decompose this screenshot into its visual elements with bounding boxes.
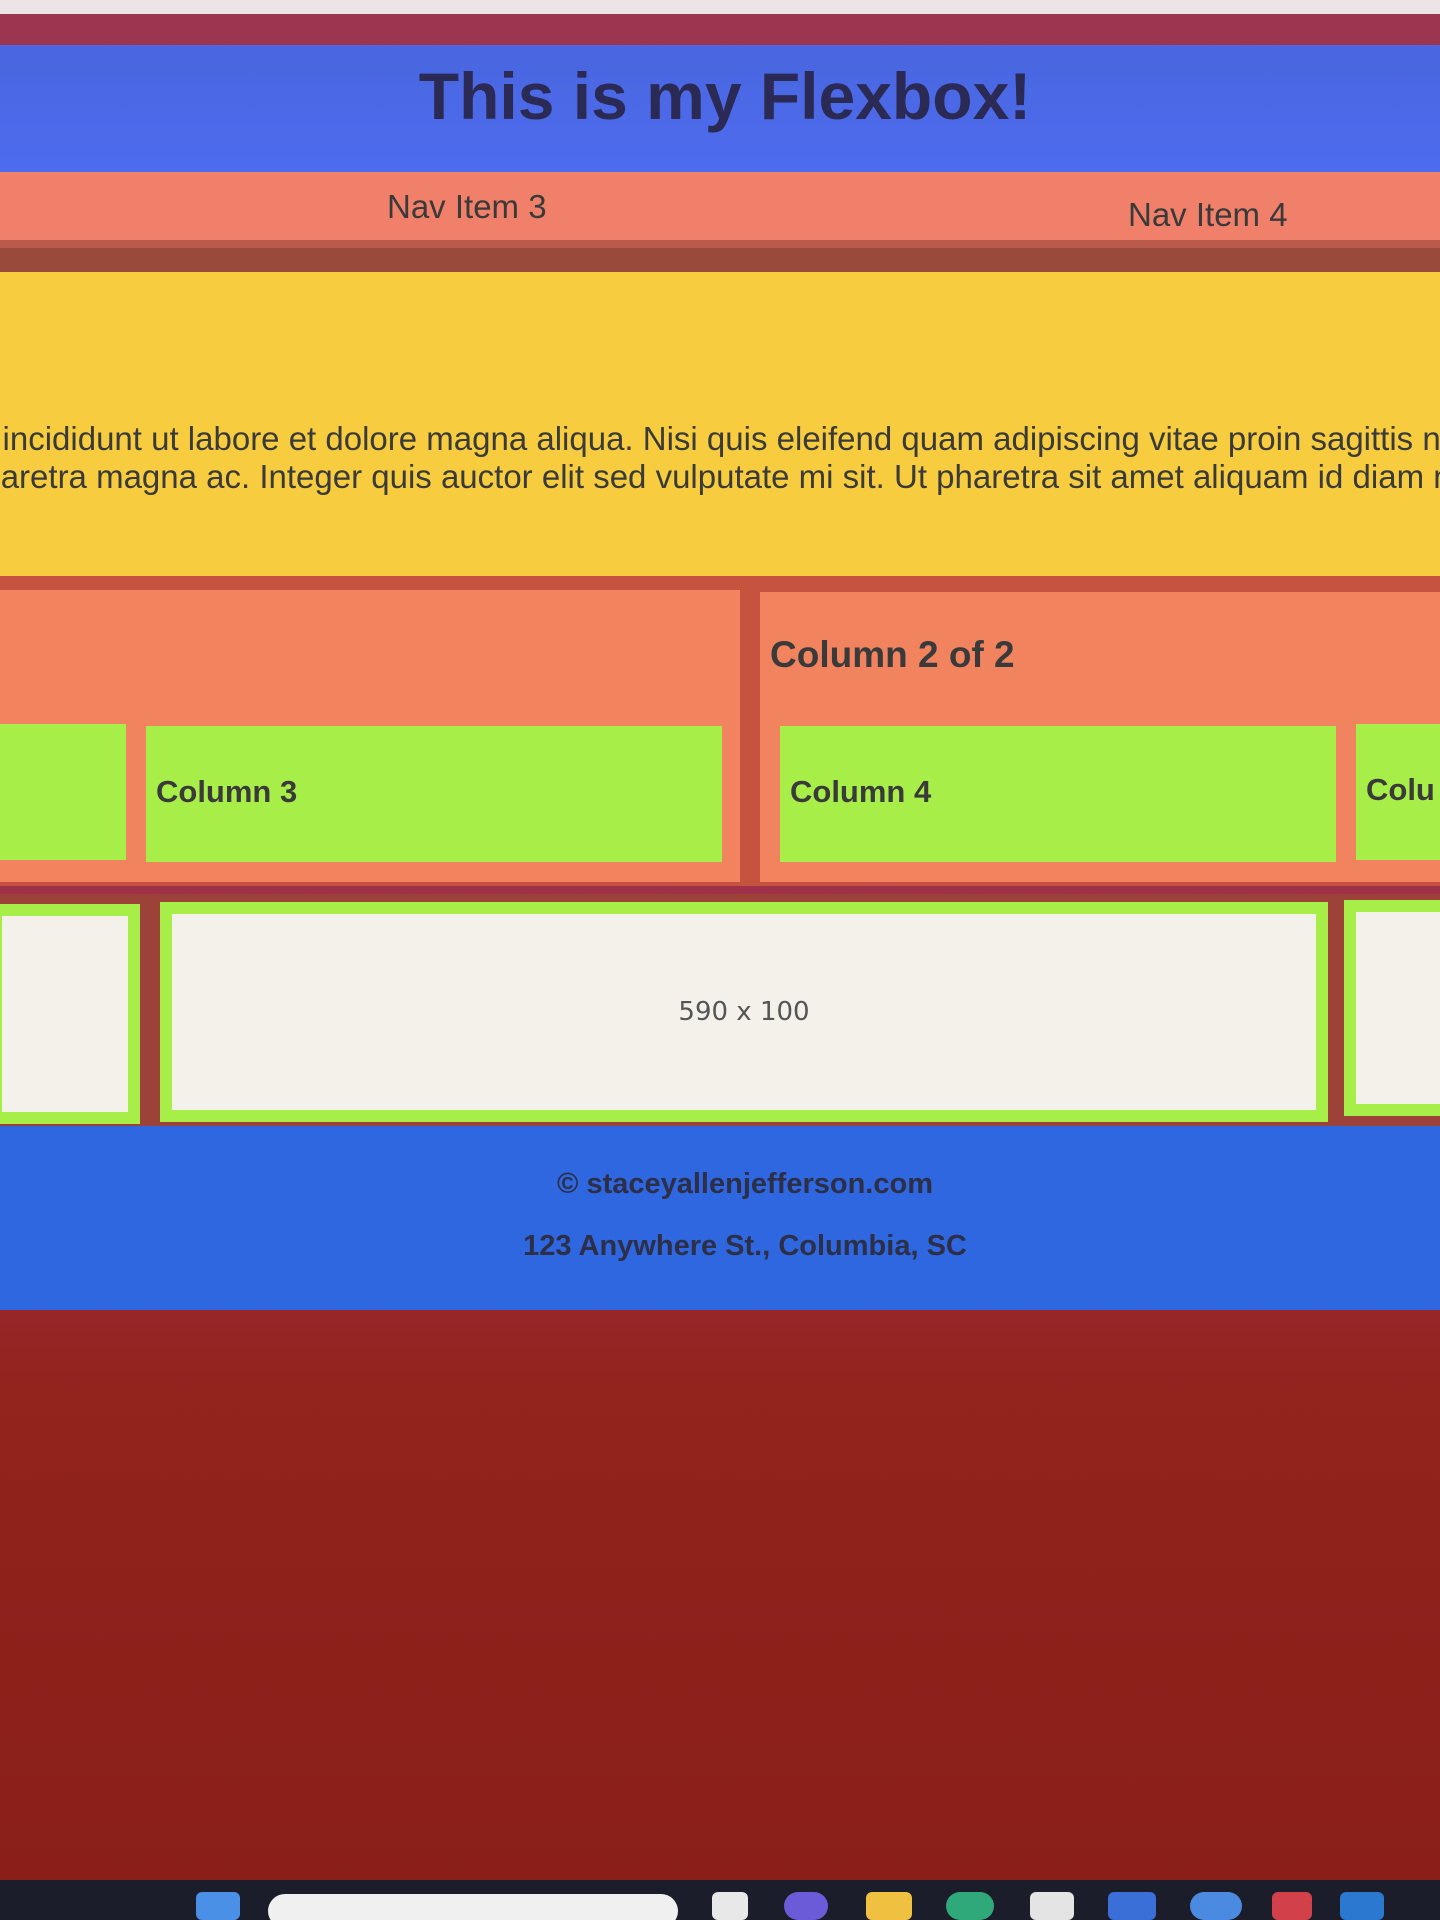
column-5-box: Colu xyxy=(1356,724,1440,860)
footer-copyright: © staceyallenjefferson.com xyxy=(557,1168,933,1200)
nav-item-3[interactable]: Nav Item 3 xyxy=(387,188,547,226)
column-2-title: Column 2 of 2 xyxy=(770,634,1015,675)
column-4-box: Column 4 xyxy=(780,726,1336,862)
nav-item-4[interactable]: Nav Item 4 xyxy=(1128,196,1288,234)
column-3-label: Column 3 xyxy=(156,774,298,809)
chat-icon[interactable] xyxy=(784,1892,828,1920)
windows-start-icon[interactable] xyxy=(196,1892,240,1920)
hero-text-line-1: or incididunt ut labore et dolore magna … xyxy=(0,420,1440,457)
file-explorer-icon[interactable] xyxy=(866,1892,912,1920)
hero-text-line-2: pharetra magna ac. Integer quis auctor e… xyxy=(0,458,1440,495)
help-icon[interactable] xyxy=(1190,1892,1242,1920)
image-placeholder-main: 590 x 100 xyxy=(160,902,1328,1122)
column-3-box: Column 3 xyxy=(146,726,722,862)
hero-text: or incididunt ut labore et dolore magna … xyxy=(0,420,1440,496)
store-icon[interactable] xyxy=(1030,1892,1074,1920)
task-view-icon[interactable] xyxy=(712,1892,748,1920)
edge-browser-icon[interactable] xyxy=(946,1892,994,1920)
footer-address: 123 Anywhere St., Columbia, SC xyxy=(523,1230,967,1262)
image-placeholder-right xyxy=(1344,900,1440,1116)
page-header: This is my Flexbox! xyxy=(0,45,1440,187)
column-4-label: Column 4 xyxy=(790,774,932,809)
mail-icon[interactable] xyxy=(1272,1892,1312,1920)
taskbar xyxy=(0,1880,1440,1920)
app-icon[interactable] xyxy=(1108,1892,1156,1920)
column-5-label: Colu xyxy=(1366,772,1435,807)
hero-section: or incididunt ut labore et dolore magna … xyxy=(0,272,1440,582)
image-placeholder-label: 590 x 100 xyxy=(678,997,810,1027)
page-title: This is my Flexbox! xyxy=(418,59,1032,133)
page-footer: © staceyallenjefferson.com 123 Anywhere … xyxy=(0,1126,1440,1310)
image-placeholder-left xyxy=(0,904,140,1124)
nav-bar: Nav Item 3 Nav Item 4 xyxy=(0,172,1440,248)
browser-edge xyxy=(0,0,1440,14)
vscode-icon[interactable] xyxy=(1340,1892,1384,1920)
taskbar-search-input[interactable] xyxy=(268,1894,678,1920)
column-2-box xyxy=(0,724,126,860)
